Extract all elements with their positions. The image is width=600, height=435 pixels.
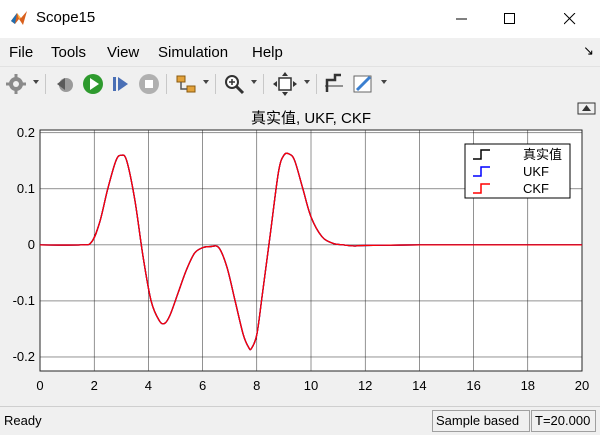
menu-file[interactable]: File — [9, 44, 33, 61]
menu-help[interactable]: Help — [252, 44, 283, 61]
signal-select-dropdown-icon[interactable] — [203, 80, 209, 84]
close-icon — [564, 13, 576, 25]
legend-label: UKF — [523, 164, 549, 179]
maximize-icon — [504, 13, 515, 24]
plot-title: 真实值, UKF, CKF — [251, 109, 371, 127]
menu-bar: File Tools View Simulation Help ↘ — [0, 38, 600, 66]
minimize-icon — [456, 18, 467, 20]
matlab-icon — [11, 11, 27, 25]
menu-tools[interactable]: Tools — [51, 44, 86, 61]
legend-label: 真实值 — [523, 147, 562, 162]
scope-display: 真实值, UKF, CKF 0 2 4 6 8 10 12 14 16 18 20 0.2 0.1 0 -0… — [0, 100, 600, 406]
y-tick-label: -0.1 — [13, 293, 35, 308]
cursor-measure-icon[interactable] — [322, 72, 346, 96]
toolbar-separator — [263, 74, 264, 94]
x-tick-label: 20 — [575, 378, 589, 393]
y-tick-label: 0.1 — [17, 181, 35, 196]
toolbar-separator — [45, 74, 46, 94]
title-bar: Scope15 — [0, 0, 600, 38]
close-button[interactable] — [547, 0, 593, 38]
highlight-dropdown-icon[interactable] — [381, 80, 387, 84]
gear-icon[interactable] — [4, 72, 28, 96]
legend: 真实值 UKF CKF — [464, 143, 571, 199]
signal-select-icon[interactable] — [174, 72, 198, 96]
undock-arrow-icon[interactable]: ↘ — [583, 43, 594, 59]
step-back-icon[interactable] — [53, 72, 77, 96]
x-tick-label: 16 — [466, 378, 480, 393]
stop-icon[interactable] — [137, 72, 161, 96]
y-tick-label: 0 — [28, 237, 35, 252]
zoom-dropdown-icon[interactable] — [251, 80, 257, 84]
menu-view[interactable]: View — [107, 44, 139, 61]
x-tick-label: 18 — [521, 378, 535, 393]
status-text: Ready — [4, 413, 42, 428]
x-tick-label: 12 — [358, 378, 372, 393]
x-tick-label: 8 — [253, 378, 260, 393]
window-title: Scope15 — [36, 9, 96, 26]
fit-axes-icon[interactable] — [273, 72, 297, 96]
sim-time: T=20.000 — [531, 410, 596, 432]
gear-dropdown-icon[interactable] — [33, 80, 39, 84]
y-tick-label: 0.2 — [17, 125, 35, 140]
minimize-button[interactable] — [439, 0, 485, 38]
y-tick-label: -0.2 — [13, 349, 35, 364]
x-tick-label: 0 — [36, 378, 43, 393]
sample-mode: Sample based — [432, 410, 530, 432]
menu-simulation[interactable]: Simulation — [158, 44, 228, 61]
undock-plot-button[interactable] — [577, 102, 596, 115]
x-tick-label: 4 — [145, 378, 152, 393]
legend-label: CKF — [523, 181, 549, 196]
maximize-button[interactable] — [487, 0, 533, 38]
step-forward-icon[interactable] — [109, 72, 133, 96]
fit-axes-dropdown-icon[interactable] — [304, 80, 310, 84]
x-tick-label: 2 — [91, 378, 98, 393]
status-bar: Ready Sample based T=20.000 — [0, 406, 600, 435]
toolbar-separator — [316, 74, 317, 94]
toolbar-separator — [166, 74, 167, 94]
x-tick-label: 14 — [412, 378, 426, 393]
zoom-icon[interactable] — [222, 72, 246, 96]
x-tick-label: 6 — [199, 378, 206, 393]
highlight-icon[interactable] — [351, 72, 375, 96]
x-tick-label: 10 — [304, 378, 318, 393]
toolbar — [0, 66, 600, 102]
run-icon[interactable] — [81, 72, 105, 96]
toolbar-separator — [215, 74, 216, 94]
scope-plot: 真实值, UKF, CKF 0 2 4 6 8 10 12 14 16 18 200.20.10-0… — [13, 102, 596, 393]
